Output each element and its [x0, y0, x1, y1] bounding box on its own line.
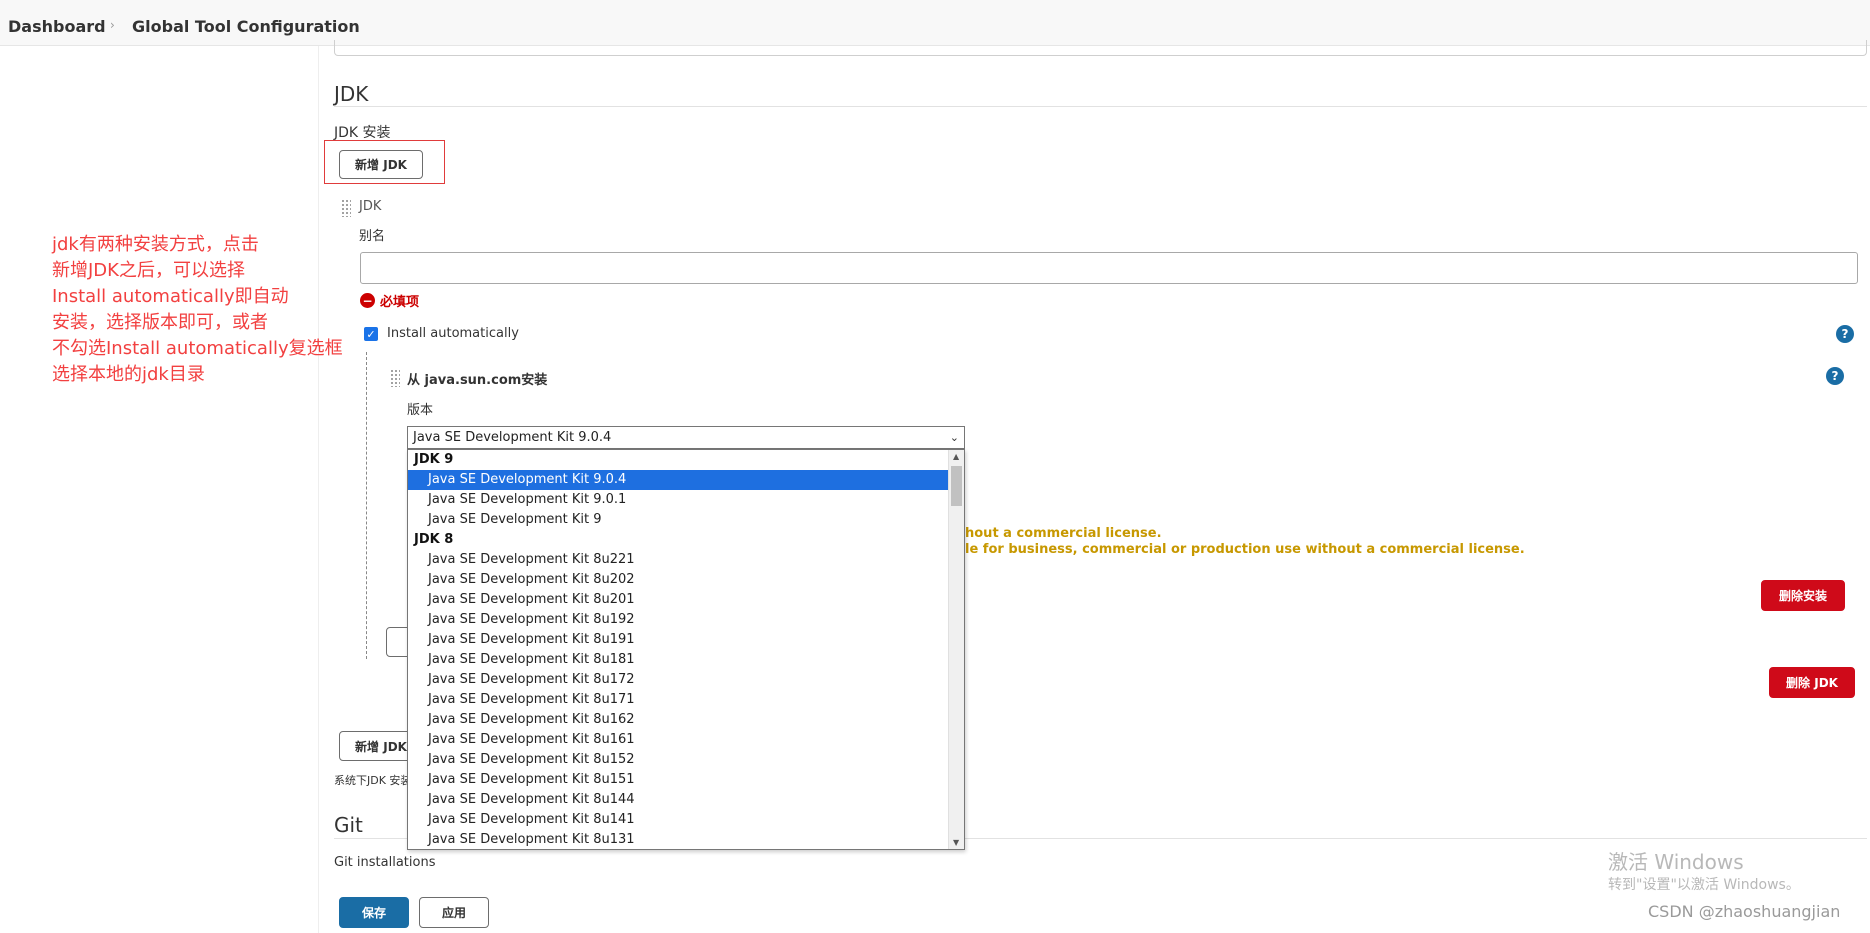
version-option[interactable]: Java SE Development Kit 8u202 [408, 570, 948, 590]
help-icon[interactable]: ? [1836, 325, 1854, 343]
version-select-value: Java SE Development Kit 9.0.4 [413, 430, 612, 445]
annotation-line: 安装，选择版本即可，或者 [52, 312, 268, 333]
version-option[interactable]: Java SE Development Kit 8u221 [408, 550, 948, 570]
dropdown-scrollbar[interactable]: ▲ ▼ [948, 450, 964, 849]
version-option[interactable]: Java SE Development Kit 8u152 [408, 750, 948, 770]
installer-dashed-border [366, 352, 367, 659]
version-option[interactable]: Java SE Development Kit 8u131 [408, 830, 948, 849]
version-option[interactable]: Java SE Development Kit 8u161 [408, 730, 948, 750]
jdk-item-title: JDK [359, 199, 382, 214]
add-jdk-button[interactable]: 新增 JDK [339, 150, 423, 179]
save-button[interactable]: 保存 [339, 897, 409, 928]
installer-title: 从 java.sun.com安装 [407, 373, 548, 388]
drag-handle-icon[interactable] [341, 199, 351, 217]
side-panel-border [318, 46, 319, 933]
version-option[interactable]: Java SE Development Kit 8u171 [408, 690, 948, 710]
alias-input[interactable] [360, 252, 1858, 284]
chevron-down-icon: ⌄ [949, 431, 959, 444]
git-installations-label: Git installations [334, 855, 436, 870]
help-icon[interactable]: ? [1826, 367, 1844, 385]
breadcrumb-dashboard[interactable]: Dashboard [8, 17, 106, 36]
version-label: 版本 [407, 403, 434, 418]
version-option[interactable]: Java SE Development Kit 8u192 [408, 610, 948, 630]
version-option[interactable]: Java SE Development Kit 8u172 [408, 670, 948, 690]
annotation-line: 新增JDK之后，可以选择 [52, 260, 245, 281]
version-dropdown-list[interactable]: JDK 9 Java SE Development Kit 9.0.4 Java S… [407, 449, 965, 850]
system-jdk-note: 系统下JDK 安装 [334, 774, 412, 787]
apply-button[interactable]: 应用 [419, 897, 489, 928]
delete-installer-button[interactable]: 删除安装 [1761, 580, 1845, 611]
version-option[interactable]: Java SE Development Kit 9.0.4 [408, 470, 948, 490]
license-warning-line-2: le for business, commercial or productio… [965, 542, 1525, 557]
annotation-line: 选择本地的jdk目录 [52, 364, 205, 385]
version-option[interactable]: Java SE Development Kit 9.0.1 [408, 490, 948, 510]
version-option[interactable]: Java SE Development Kit 8u201 [408, 590, 948, 610]
windows-activation-title: 激活 Windows [1608, 850, 1744, 874]
delete-jdk-button[interactable]: 删除 JDK [1769, 667, 1855, 698]
jdk-section-rule [334, 106, 1867, 107]
version-options: JDK 9 Java SE Development Kit 9.0.4 Java S… [408, 450, 948, 849]
option-group-label: JDK 8 [414, 532, 454, 547]
option-group-label: JDK 9 [414, 452, 454, 467]
drag-handle-icon[interactable] [390, 369, 400, 387]
version-option[interactable]: Java SE Development Kit 8u191 [408, 630, 948, 650]
install-automatically-label: Install automatically [387, 326, 519, 341]
version-option[interactable]: Java SE Development Kit 8u181 [408, 650, 948, 670]
breadcrumb-global-tool-configuration: Global Tool Configuration [132, 17, 360, 36]
version-option[interactable]: Java SE Development Kit 8u144 [408, 790, 948, 810]
scroll-down-icon[interactable]: ▼ [953, 838, 959, 847]
annotation-note: jdk有两种安装方式，点击 新增JDK之后，可以选择 Install autom… [52, 232, 372, 388]
version-option[interactable]: Java SE Development Kit 8u141 [408, 810, 948, 830]
jdk-installations-label: JDK 安装 [334, 125, 391, 141]
version-option[interactable]: Java SE Development Kit 9 [408, 510, 948, 530]
git-section-title: Git [334, 813, 363, 837]
annotation-line: 不勾选Install automatically复选框 [52, 338, 343, 359]
required-warning-text: 必填项 [380, 295, 420, 310]
jdk-section-title: JDK [334, 82, 369, 106]
license-warning-line-1: hout a commercial license. [965, 526, 1162, 541]
version-select[interactable]: Java SE Development Kit 9.0.4 ⌄ [407, 426, 965, 449]
csdn-watermark: CSDN @zhaoshuangjian [1648, 902, 1841, 921]
scrollbar-thumb[interactable] [951, 466, 962, 506]
version-option[interactable]: Java SE Development Kit 8u151 [408, 770, 948, 790]
windows-activation-subtitle: 转到"设置"以激活 Windows。 [1608, 877, 1800, 893]
scroll-up-icon[interactable]: ▲ [953, 452, 959, 461]
previous-field-edge [334, 40, 1867, 56]
annotation-line: Install automatically即自动 [52, 286, 289, 307]
breadcrumb-separator: › [110, 18, 115, 32]
annotation-line: jdk有两种安装方式，点击 [52, 234, 259, 255]
version-option[interactable]: Java SE Development Kit 8u162 [408, 710, 948, 730]
